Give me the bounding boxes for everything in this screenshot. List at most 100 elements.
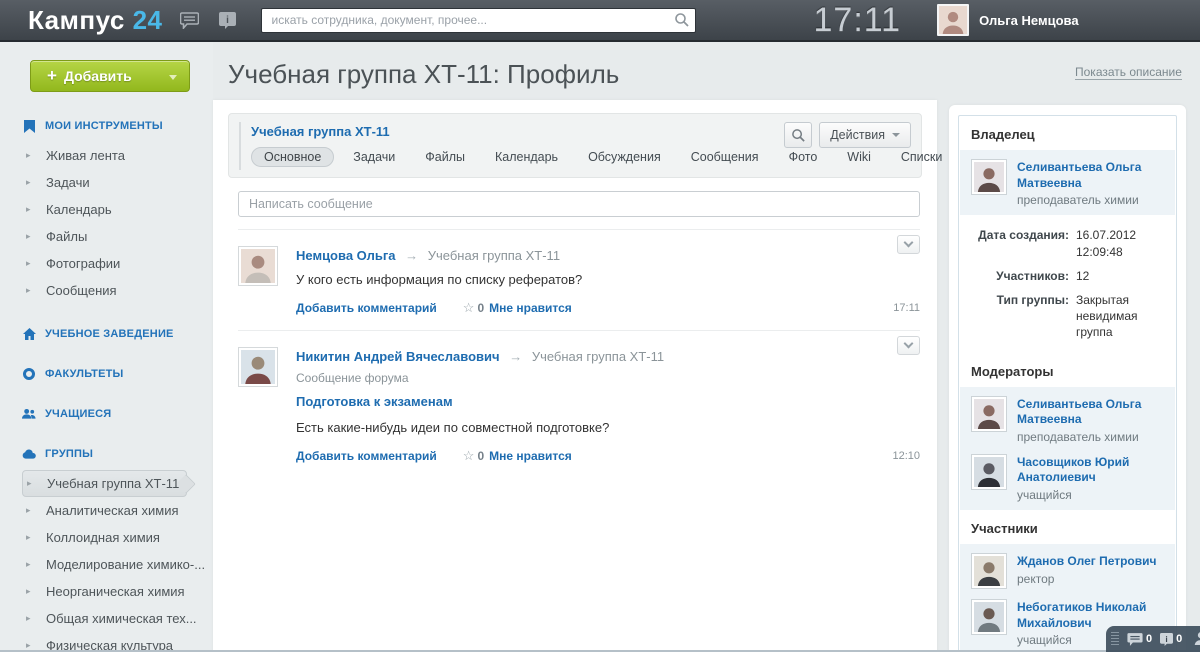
post-author-link[interactable]: Немцова Ольга — [296, 248, 396, 263]
post-time: 17:11 — [893, 302, 920, 314]
person-name-link[interactable]: Селивантьева Ольга Матвеевна — [1017, 397, 1165, 428]
tab-messages[interactable]: Сообщения — [680, 147, 770, 167]
triangle-right-icon: ▸ — [26, 286, 31, 295]
person-role: преподаватель химии — [1017, 429, 1165, 445]
avatar[interactable] — [971, 159, 1007, 195]
sidebar-item-general-chemical-tech[interactable]: ▸Общая химическая тех... — [22, 605, 195, 632]
caret-down-icon — [892, 133, 900, 137]
logo-text: Кампус — [28, 5, 125, 35]
avatar[interactable] — [238, 347, 278, 387]
group-search-button[interactable] — [784, 122, 812, 148]
tab-discussions[interactable]: Обсуждения — [577, 147, 672, 167]
arrow-right-icon: → — [405, 248, 418, 263]
tab-wiki[interactable]: Wiki — [836, 147, 882, 167]
global-search-input[interactable] — [261, 8, 696, 33]
forum-topic-link[interactable]: Подготовка к экзаменам — [296, 394, 453, 409]
sidebar-section-label: МОИ ИНСТРУМЕНТЫ — [45, 120, 163, 132]
moderator-card: Селивантьева Ольга Матвеевна преподавате… — [960, 387, 1175, 452]
actions-button[interactable]: Действия — [819, 122, 911, 148]
drag-handle-icon[interactable] — [1111, 632, 1119, 646]
sidebar-section-institution[interactable]: УЧЕБНОЕ ЗАВЕДЕНИЕ — [0, 326, 213, 342]
show-description-link[interactable]: Показать описание — [1075, 65, 1182, 80]
member-card: Жданов Олег Петрович ректор — [960, 544, 1175, 596]
info-icon: i — [1160, 633, 1173, 646]
tab-photo[interactable]: Фото — [778, 147, 829, 167]
tab-calendar[interactable]: Календарь — [484, 147, 569, 167]
sidebar-item-calendar[interactable]: ▸Календарь — [22, 196, 195, 223]
sidebar-section-students[interactable]: УЧАЩИЕСЯ — [0, 406, 213, 422]
sidebar-item-files[interactable]: ▸Файлы — [22, 223, 195, 250]
like-count: 0 — [477, 301, 484, 315]
post-menu-button[interactable] — [897, 336, 920, 355]
app-logo[interactable]: Кампус 24 — [28, 5, 163, 36]
person-name-link[interactable]: Часовщиков Юрий Анатолиевич — [1017, 455, 1165, 486]
tab-tasks[interactable]: Задачи — [342, 147, 406, 167]
sidebar-item-inorganic-chemistry[interactable]: ▸Неорганическая химия — [22, 578, 195, 605]
composer-input[interactable] — [238, 191, 920, 217]
sidebar-section-groups[interactable]: ГРУППЫ — [0, 446, 213, 462]
message-composer — [238, 191, 920, 217]
sidebar-item-photos[interactable]: ▸Фотографии — [22, 250, 195, 277]
like-control[interactable]: ☆ 0 Мне нравится — [463, 300, 572, 316]
post-author-link[interactable]: Никитин Андрей Вячеславович — [296, 349, 500, 364]
current-user[interactable]: Ольга Немцова — [937, 4, 1079, 36]
dock-info[interactable]: i 0 — [1160, 633, 1182, 646]
group-header-card: Учебная группа ХТ-11 Основное Задачи Фай… — [228, 113, 922, 178]
messages-icon[interactable] — [179, 10, 201, 30]
avatar[interactable] — [971, 454, 1007, 490]
main-content: Учебная группа ХТ-11 Основное Задачи Фай… — [213, 100, 937, 652]
like-link[interactable]: Мне нравится — [489, 449, 572, 463]
add-button[interactable]: + Добавить — [30, 60, 190, 92]
sidebar-item-tasks[interactable]: ▸Задачи — [22, 169, 195, 196]
post-target-link[interactable]: Учебная группа ХТ-11 — [532, 349, 664, 364]
group-title-link[interactable]: Учебная группа ХТ-11 — [251, 124, 390, 139]
person-name-link[interactable]: Жданов Олег Петрович — [1017, 554, 1156, 570]
person-name-link[interactable]: Селивантьева Ольга Матвеевна — [1017, 160, 1165, 191]
global-search — [261, 8, 696, 33]
people-icon — [22, 407, 36, 421]
info-icon[interactable]: i — [217, 10, 239, 30]
sidebar-item-modeling[interactable]: ▸Моделирование химико-... — [22, 551, 195, 578]
moderator-card: Часовщиков Юрий Анатолиевич учащийся — [960, 452, 1175, 510]
sidebar-item-analytical-chemistry[interactable]: ▸Аналитическая химия — [22, 497, 195, 524]
avatar[interactable] — [971, 599, 1007, 635]
field-label: Тип группы: — [965, 292, 1069, 341]
tab-lists[interactable]: Списки — [890, 147, 953, 167]
group-info-panel: Владелец Селивантьева Ольга Матвеевна пр… — [949, 105, 1186, 652]
sidebar-item-physical-culture[interactable]: ▸Физическая культура — [22, 632, 195, 652]
field-row: Дата создания: 16.07.2012 12:09:48 — [965, 227, 1166, 259]
sidebar-item-live-feed[interactable]: ▸Живая лента — [22, 142, 195, 169]
notification-dock: 0 i 0 — [1106, 626, 1200, 652]
dock-messages-count: 0 — [1146, 633, 1152, 645]
avatar[interactable] — [971, 553, 1007, 589]
caret-down-icon — [169, 75, 177, 80]
sidebar-section-faculties[interactable]: ФАКУЛЬТЕТЫ — [0, 366, 213, 382]
person-role: учащийся — [1017, 487, 1165, 503]
sidebar-section-my-tools[interactable]: МОИ ИНСТРУМЕНТЫ — [0, 118, 213, 134]
left-sidebar: + Добавить МОИ ИНСТРУМЕНТЫ ▸Живая лента … — [0, 42, 213, 652]
sidebar-item-group-ht11[interactable]: ▸Учебная группа ХТ-11 — [22, 470, 187, 497]
tab-files[interactable]: Файлы — [414, 147, 476, 167]
add-comment-link[interactable]: Добавить комментарий — [296, 449, 437, 463]
post-target-link[interactable]: Учебная группа ХТ-11 — [428, 248, 560, 263]
sidebar-item-colloid-chemistry[interactable]: ▸Коллоидная химия — [22, 524, 195, 551]
avatar[interactable] — [238, 246, 278, 286]
owner-heading: Владелец — [959, 116, 1176, 150]
dock-info-count: 0 — [1176, 633, 1182, 645]
cloud-icon — [22, 447, 36, 461]
group-avatar[interactable] — [239, 122, 241, 170]
field-label: Дата создания: — [965, 227, 1069, 259]
post-menu-button[interactable] — [897, 235, 920, 254]
like-control[interactable]: ☆ 0 Мне нравится — [463, 448, 572, 464]
sidebar-item-messages[interactable]: ▸Сообщения — [22, 277, 195, 304]
feed-post: Никитин Андрей Вячеславович → Учебная гр… — [238, 330, 920, 478]
avatar[interactable] — [971, 396, 1007, 432]
tab-main[interactable]: Основное — [251, 147, 334, 167]
add-button-label: Добавить — [64, 68, 132, 84]
search-icon[interactable] — [674, 12, 690, 33]
like-link[interactable]: Мне нравится — [489, 301, 572, 315]
dock-messages[interactable]: 0 — [1127, 633, 1152, 646]
add-comment-link[interactable]: Добавить комментарий — [296, 301, 437, 315]
field-value: Закрытая невидимая группа — [1069, 292, 1166, 341]
dock-person-icon[interactable] — [1194, 631, 1200, 645]
